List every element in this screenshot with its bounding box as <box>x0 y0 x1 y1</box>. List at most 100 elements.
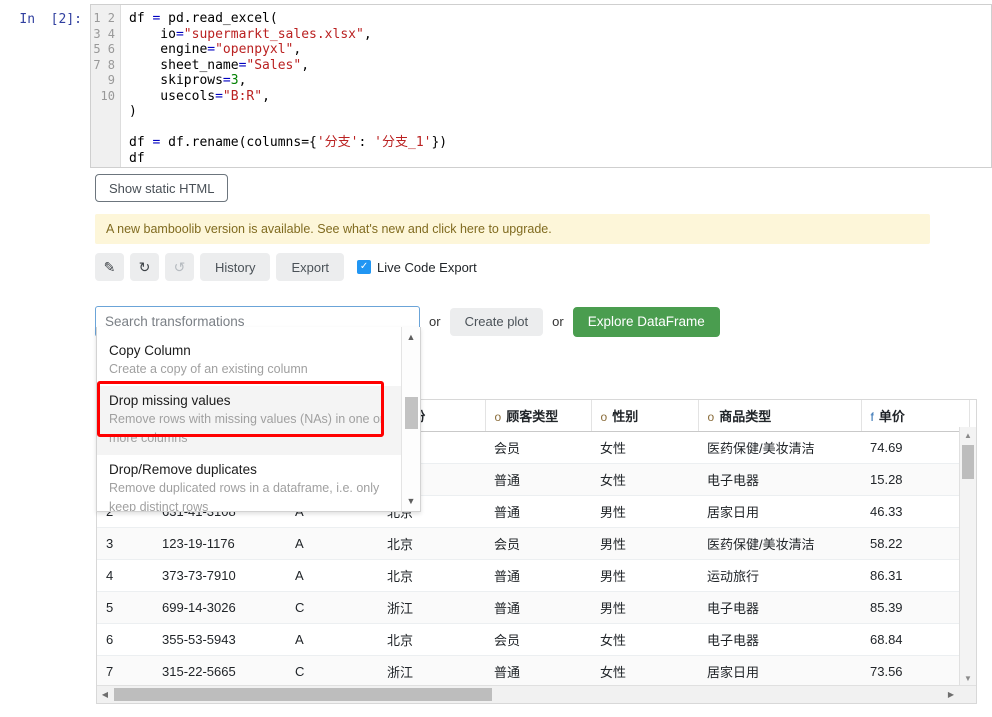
code-line: skiprows=3, <box>129 73 991 89</box>
dropdown-item[interactable]: Copy ColumnCreate a copy of an existing … <box>97 336 403 386</box>
table-cell: 居家日用 <box>698 496 861 528</box>
live-code-export-label: Live Code Export <box>377 260 477 275</box>
table-cell: 普通 <box>485 496 591 528</box>
redo-icon-button[interactable]: ↺ <box>165 253 194 281</box>
table-cell: 男性 <box>591 560 698 592</box>
table-vertical-scrollbar[interactable]: ▲ ▼ <box>959 427 976 686</box>
column-header[interactable]: o 顾客类型 <box>485 400 591 432</box>
dropdown-item-title: Drop missing values <box>109 391 391 410</box>
create-plot-button[interactable]: Create plot <box>450 308 544 336</box>
history-button[interactable]: History <box>200 253 270 281</box>
column-header[interactable]: f单价 <box>861 400 969 432</box>
undo-icon-button[interactable]: ↻ <box>130 253 159 281</box>
table-cell: 73.56 <box>861 656 969 688</box>
table-cell: 7 <box>97 656 153 688</box>
cell-prompt-label: In [2]: <box>0 4 90 27</box>
dropdown-scroll-down-icon[interactable]: ▼ <box>402 493 420 509</box>
dropdown-item-description: Remove rows with missing values (NAs) in… <box>109 410 391 448</box>
table-cell: 普通 <box>485 464 591 496</box>
table-cell: 电子电器 <box>698 592 861 624</box>
table-cell: 电子电器 <box>698 464 861 496</box>
column-header[interactable]: o性别 <box>591 400 698 432</box>
dropdown-item-description: Remove duplicated rows in a dataframe, i… <box>109 479 391 512</box>
redo-icon: ↺ <box>174 259 186 276</box>
dropdown-item[interactable]: Create a copy of an existing dataframe <box>97 327 403 336</box>
table-cell: 浙江 <box>378 592 485 624</box>
scroll-down-icon[interactable]: ▼ <box>960 671 976 685</box>
column-name: 顾客类型 <box>506 409 558 424</box>
explore-dataframe-button[interactable]: Explore DataFrame <box>573 307 720 337</box>
scrollbar-corner <box>959 686 976 703</box>
code-line: df <box>129 151 991 167</box>
table-cell: 86.31 <box>861 560 969 592</box>
code-line: io="supermarkt_sales.xlsx", <box>129 27 991 43</box>
dropdown-scrollbar-thumb[interactable] <box>405 397 418 429</box>
version-notice-banner[interactable]: A new bamboolib version is available. Se… <box>95 214 930 244</box>
table-cell: 58.22 <box>861 528 969 560</box>
table-cell: 电子电器 <box>698 624 861 656</box>
code-text[interactable]: df = pd.read_excel( io="supermarkt_sales… <box>121 5 991 167</box>
table-cell: 46.33 <box>861 496 969 528</box>
table-cell: 医药保健/美妆清洁 <box>698 528 861 560</box>
dropdown-item[interactable]: Drop missing valuesRemove rows with miss… <box>97 386 403 455</box>
table-cell: 男性 <box>591 528 698 560</box>
table-row[interactable]: 5699-14-3026C浙江普通男性电子电器85.39 <box>97 592 977 624</box>
scroll-left-icon[interactable]: ◀ <box>98 686 112 703</box>
table-cell: A <box>286 624 378 656</box>
table-cell: 315-22-5665 <box>153 656 286 688</box>
scroll-right-icon[interactable]: ▶ <box>944 686 958 703</box>
table-cell: 运动旅行 <box>698 560 861 592</box>
table-cell: 男性 <box>591 496 698 528</box>
table-horizontal-scrollbar[interactable]: ◀ ▶ <box>97 685 976 703</box>
table-cell: 普通 <box>485 560 591 592</box>
table-cell: 355-53-5943 <box>153 624 286 656</box>
table-cell: 北京 <box>378 528 485 560</box>
column-type-indicator: o <box>495 410 502 424</box>
scroll-up-icon[interactable]: ▲ <box>960 428 976 442</box>
table-cell: 女性 <box>591 656 698 688</box>
table-row[interactable]: 7315-22-5665C浙江普通女性居家日用73.56 <box>97 656 977 688</box>
column-name: 性别 <box>612 409 638 424</box>
table-cell: 居家日用 <box>698 656 861 688</box>
table-cell: C <box>286 656 378 688</box>
table-row[interactable]: 4373-73-7910A北京普通男性运动旅行86.31 <box>97 560 977 592</box>
checkbox-checked-icon[interactable]: ✓ <box>357 260 371 274</box>
column-header[interactable]: o商品类型 <box>698 400 861 432</box>
horizontal-scrollbar-thumb[interactable] <box>114 688 492 701</box>
table-row[interactable]: 3123-19-1176A北京会员男性医药保健/美妆清洁58.22 <box>97 528 977 560</box>
table-cell: 普通 <box>485 656 591 688</box>
table-cell: 女性 <box>591 432 698 464</box>
table-cell: 普通 <box>485 592 591 624</box>
code-line: engine="openpyxl", <box>129 42 991 58</box>
code-editor[interactable]: 1 2 3 4 5 6 7 8 9 10 df = pd.read_excel(… <box>90 4 992 168</box>
table-cell: 6 <box>97 624 153 656</box>
dropdown-item[interactable]: Drop/Remove duplicatesRemove duplicated … <box>97 455 403 512</box>
transformation-dropdown-list[interactable]: Create a copy of an existing dataframeCo… <box>96 327 421 512</box>
table-cell: 女性 <box>591 624 698 656</box>
table-cell: 会员 <box>485 624 591 656</box>
table-cell: 会员 <box>485 528 591 560</box>
live-code-export-toggle[interactable]: ✓ Live Code Export <box>357 260 477 275</box>
table-cell: 123-19-1176 <box>153 528 286 560</box>
pencil-icon: ✎ <box>104 259 116 276</box>
table-cell: 5 <box>97 592 153 624</box>
table-cell: 85.39 <box>861 592 969 624</box>
table-cell: 373-73-7910 <box>153 560 286 592</box>
pencil-icon-button[interactable]: ✎ <box>95 253 124 281</box>
vertical-scrollbar-thumb[interactable] <box>962 445 974 479</box>
table-row[interactable]: 6355-53-5943A北京会员女性电子电器68.84 <box>97 624 977 656</box>
table-cell: 3 <box>97 528 153 560</box>
table-cell: 女性 <box>591 464 698 496</box>
show-static-html-button[interactable]: Show static HTML <box>95 174 228 202</box>
bamboolib-panel: Show static HTML A new bamboolib version… <box>0 174 992 337</box>
dropdown-item-title: Copy Column <box>109 341 391 360</box>
dropdown-item-description: Create a copy of an existing column <box>109 360 391 379</box>
dropdown-scrollbar[interactable]: ▲ ▼ <box>401 327 420 511</box>
table-cell: 68.84 <box>861 624 969 656</box>
table-cell: 男性 <box>591 592 698 624</box>
table-cell: C <box>286 592 378 624</box>
export-button[interactable]: Export <box>276 253 344 281</box>
undo-icon: ↻ <box>139 259 151 276</box>
code-line: sheet_name="Sales", <box>129 58 991 74</box>
dropdown-scroll-up-icon[interactable]: ▲ <box>402 329 420 345</box>
